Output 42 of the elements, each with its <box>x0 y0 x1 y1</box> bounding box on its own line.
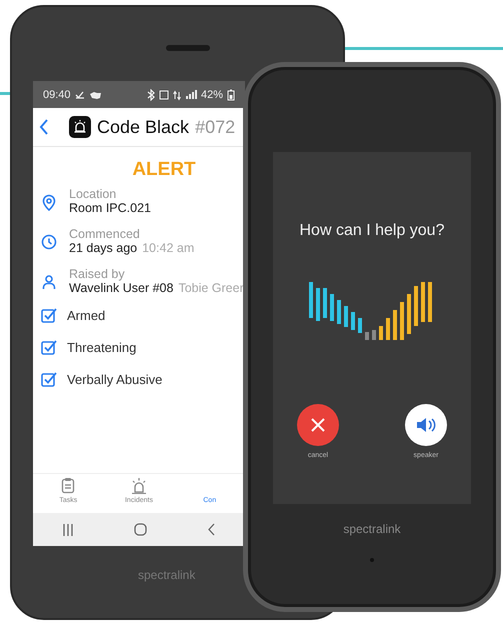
back-nav-icon <box>208 523 215 536</box>
clock-icon <box>41 234 57 250</box>
field-label: Commenced <box>69 227 141 241</box>
brand-label: spectralink <box>138 568 196 582</box>
bluetooth-icon <box>146 88 155 100</box>
flag-label: Verbally Abusive <box>67 372 162 386</box>
back-nav-button[interactable] <box>208 523 215 536</box>
brand-label: spectralink <box>343 522 401 536</box>
field-value: Room IPC.021 <box>69 201 151 215</box>
signal-icon <box>184 89 197 100</box>
speaker-icon <box>416 416 436 434</box>
siren-app-icon <box>69 116 91 138</box>
field-secondary-value: Tobie Greer <box>178 281 244 295</box>
alert-heading: ALERT <box>131 159 197 181</box>
home-button[interactable] <box>134 523 147 536</box>
incident-title: Code Black <box>97 116 190 138</box>
incident-number: #072 <box>195 116 236 138</box>
speaker-slot <box>166 45 210 51</box>
field-value: Wavelink User #08 <box>69 281 174 295</box>
data-arrows-icon <box>172 88 181 100</box>
location-pin-icon <box>41 194 57 211</box>
siren-icon <box>130 477 148 494</box>
recents-button[interactable] <box>63 524 74 536</box>
field-label: Raised by <box>69 267 126 281</box>
flag-label: Threatening <box>67 340 136 354</box>
clipboard-icon <box>61 477 76 494</box>
status-time: 09:40 <box>43 88 71 100</box>
battery-icon <box>227 88 235 100</box>
assistant-prompt: How can I help you? <box>300 222 444 240</box>
person-icon <box>41 274 57 290</box>
download-done-icon <box>74 90 85 100</box>
speaker-button[interactable] <box>405 404 447 446</box>
field-label: Location <box>69 187 118 201</box>
recents-icon <box>63 524 74 536</box>
flag-label: Armed <box>67 308 106 322</box>
battery-percent: 42% <box>200 88 223 100</box>
cancel-button[interactable] <box>297 404 339 446</box>
chevron-left-icon <box>39 119 49 135</box>
field-secondary-value: 10:42 am <box>142 241 194 255</box>
home-icon <box>134 523 147 536</box>
field-value: 21 days ago <box>69 241 138 255</box>
close-icon <box>310 417 326 433</box>
